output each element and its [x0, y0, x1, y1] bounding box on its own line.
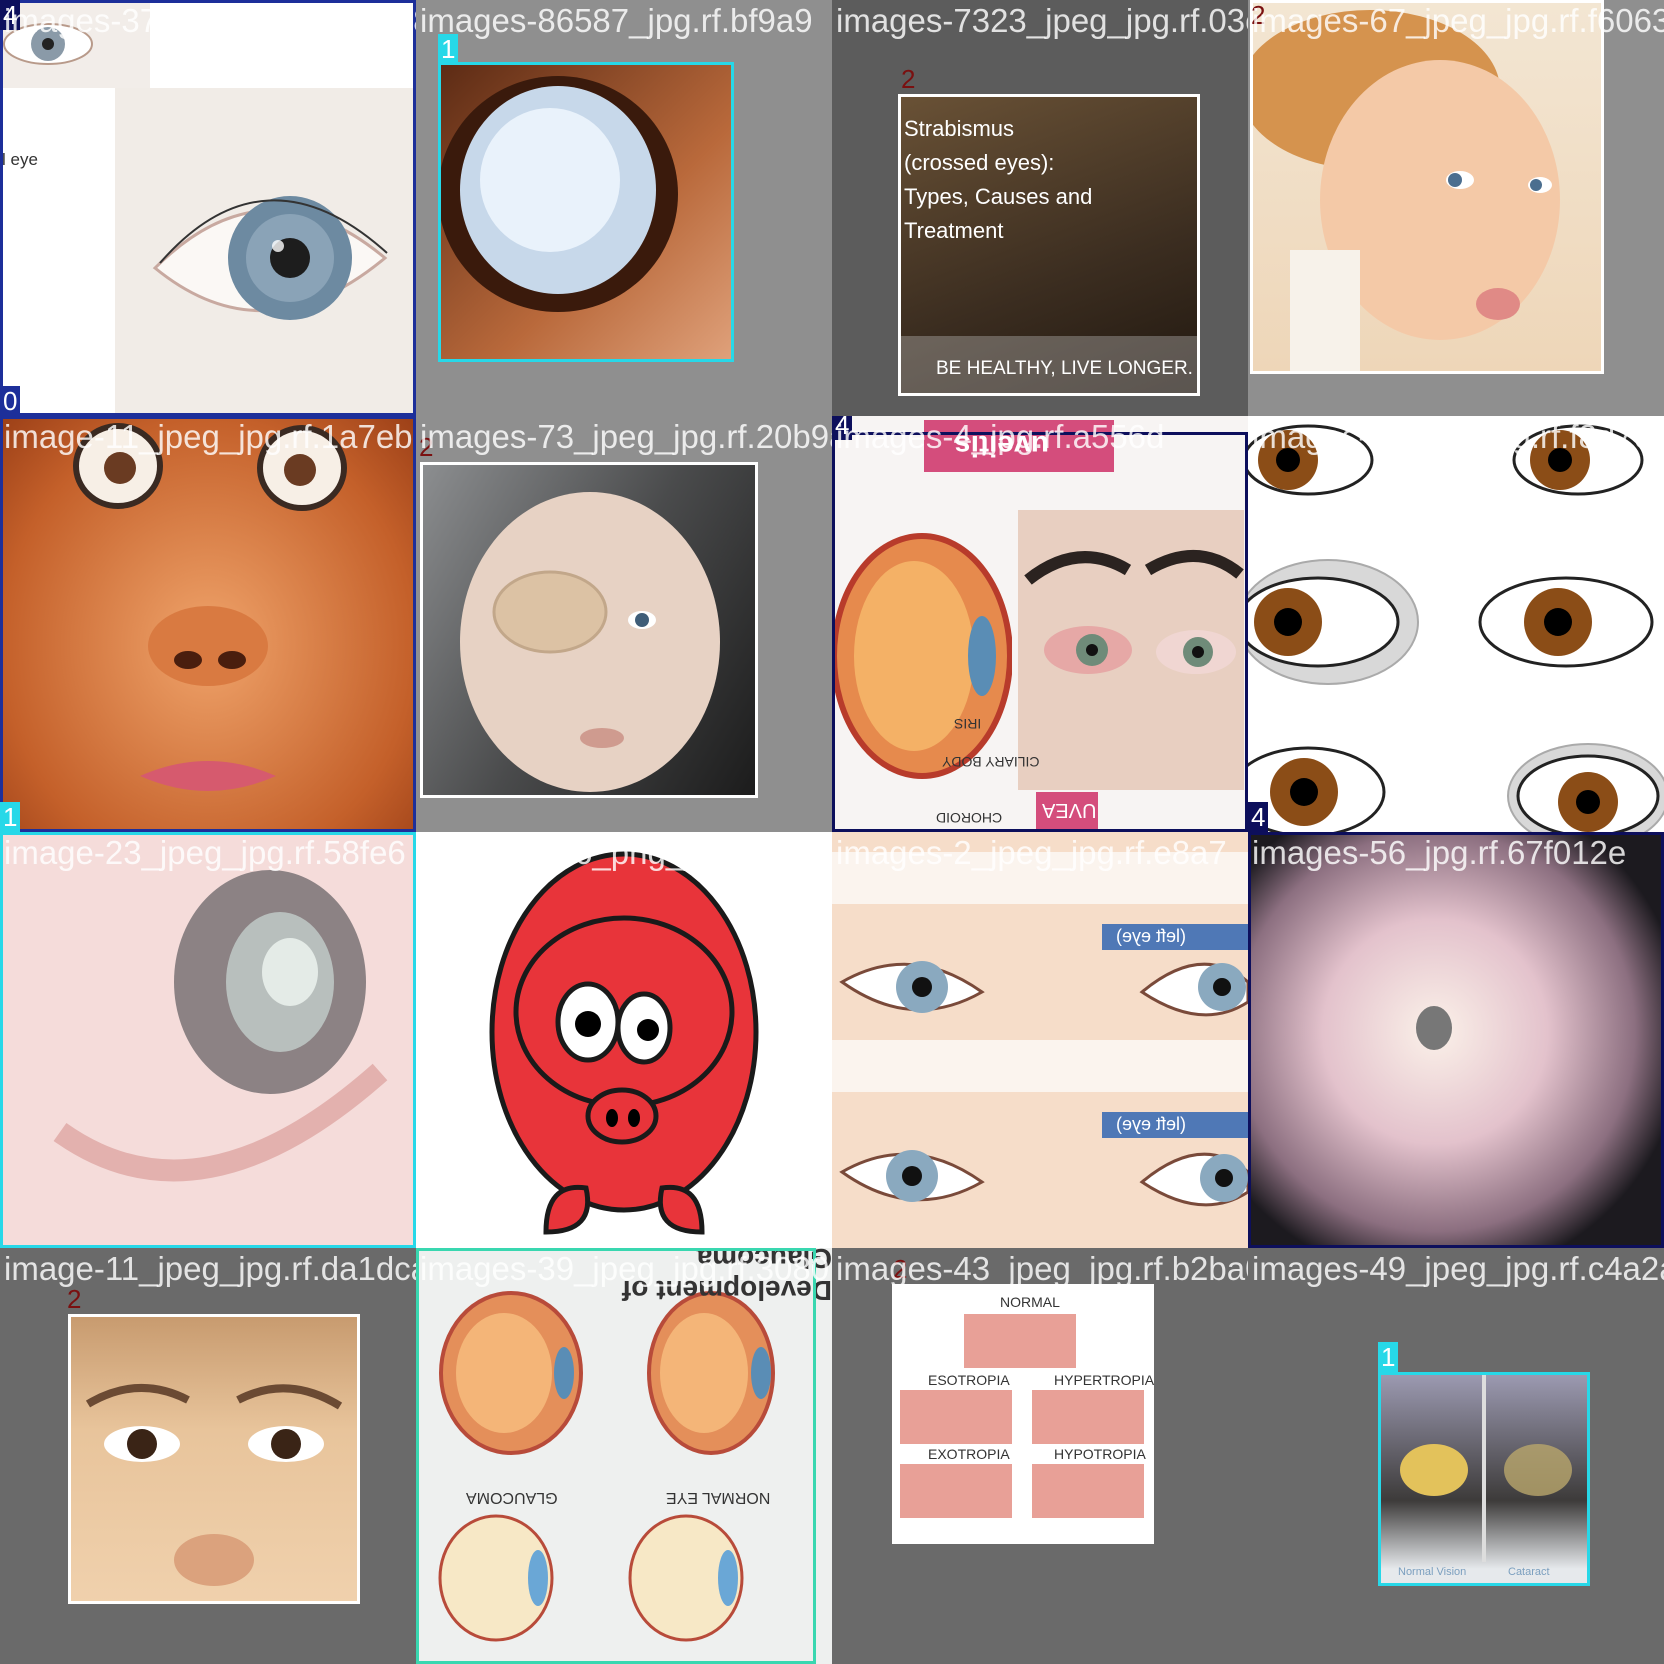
tile-cartoon-sheep: 3 images-126_png_jpg.rf.f2f81 — [416, 832, 832, 1248]
eye-label-text: (left eye) — [1116, 926, 1187, 946]
bbox-class-1 — [1378, 1372, 1590, 1586]
type-label: EXOTROPIA — [928, 1446, 1010, 1462]
filename-label: images-126_png_jpg.rf.f2f81 — [420, 834, 832, 871]
tile-corneal-opacity: images-56_jpg.rf.67f012e — [1248, 832, 1664, 1248]
strabismus-chart: NORMAL ESOTROPIA HYPERTROPIA EXOTROPIA H… — [892, 1284, 1154, 1544]
eyes-normal — [964, 1314, 1076, 1368]
bbox-class-2 — [1250, 0, 1604, 374]
tile-strabismus-poster: Strabismus (crossed eyes): Types, Causes… — [832, 0, 1248, 416]
eyes-esotropia — [900, 1390, 1012, 1444]
filename-label: images-39_jpeg_jpg.rf.3080 — [420, 1250, 830, 1287]
filename-label: image-23_jpeg_jpg.rf.58fe6 — [4, 834, 406, 871]
filename-label: images-86587_jpg.rf.bf9a9 — [420, 2, 813, 39]
filename-label: images-7323_jpeg_jpg.rf.03ea — [836, 2, 1248, 39]
class-tag: 1 — [0, 802, 21, 832]
bbox-class-2 — [898, 94, 1200, 396]
class-tag: 2 — [67, 1284, 82, 1314]
tile-uveitis-diagram: uveitis UVEA IRIS CILIARY BODY CHOROID 4… — [832, 416, 1248, 832]
class-tag: 2 — [901, 64, 916, 94]
filename-label: images-56_jpg.rf.67f012e — [1252, 834, 1627, 871]
filename-label: image-11_jpeg_jpg.rf.1a7eb — [4, 418, 413, 455]
bbox-class-3 — [416, 1248, 816, 1664]
eye-label-box: (left eye) — [1102, 924, 1248, 950]
class-tag: 4 — [1248, 802, 1269, 832]
eye-label-box: (left eye) — [1102, 1112, 1248, 1138]
type-label: NORMAL — [1000, 1294, 1060, 1310]
bbox-class-4 — [0, 0, 416, 416]
class-tag: 0 — [0, 386, 21, 416]
filename-label: image-11_jpeg_jpg.rf.da1dca — [4, 1250, 416, 1287]
tile-cloudy-eye: 2 image-23_jpeg_jpg.rf.58fe6 — [0, 832, 416, 1248]
filename-label: images-43_jpeg_jpg.rf.b2ba0 — [836, 1250, 1248, 1287]
tile-eye-positions: 2 4 images-9_jpeg_jpg.rf.f8d70 — [1248, 416, 1664, 832]
bbox-class-4 — [832, 432, 1248, 832]
filename-label: images-37_jpeg_jpg.rf.a8eb8 — [4, 2, 416, 39]
filename-label: images-73_jpeg_jpg.rf.20b9a — [420, 418, 832, 455]
cartoon-sheep — [489, 851, 759, 1235]
tile-toddler: 2 images-67_jpeg_jpg.rf.f6063 — [1248, 0, 1664, 416]
tile-strabismus-types: NORMAL ESOTROPIA HYPERTROPIA EXOTROPIA H… — [832, 1248, 1248, 1664]
eyes-hypertropia — [1032, 1390, 1144, 1444]
filename-label: images-2_jpeg_jpg.rf.e8a7 — [836, 834, 1227, 871]
eyes-exotropia — [900, 1464, 1012, 1518]
tile-left-eye-illustrations: (left eye) (left eye) 2 images-2_jpeg_jp… — [832, 832, 1248, 1248]
filename-label: images-9_jpeg_jpg.rf.f8d70 — [1252, 418, 1652, 455]
filename-label: images-49_jpeg_jpg.rf.c4a2a0 — [1252, 1250, 1664, 1287]
eye-illustrations — [832, 852, 1248, 1207]
bbox-class-1 — [0, 832, 416, 1248]
eye-positions-drawing — [1248, 424, 1664, 832]
type-label: HYPOTROPIA — [1054, 1446, 1146, 1462]
tile-cataract-closeup: 1 images-86587_jpg.rf.bf9a9 — [416, 0, 832, 416]
tile-eye-illustration: l eye 4 0 images-37_jpeg_jpg.rf.a8eb8 — [0, 0, 416, 416]
tile-vision-comparison: Normal Vision Cataract 1 images-49_jpeg_… — [1248, 1248, 1664, 1664]
image-mosaic: l eye 4 0 images-37_jpeg_jpg.rf.a8eb8 1 … — [0, 0, 1664, 1664]
tile-bulging-eyes: 1 image-11_jpeg_jpg.rf.1a7eb — [0, 416, 416, 832]
filename-label: images-4_jpg.rf.a556d — [836, 418, 1165, 455]
eyes-hypotropia — [1032, 1464, 1144, 1518]
filename-label: images-67_jpeg_jpg.rf.f6063 — [1252, 2, 1664, 39]
type-label: HYPERTROPIA — [1054, 1372, 1154, 1388]
bbox-class-2 — [68, 1314, 360, 1604]
bbox-class-1 — [438, 62, 734, 362]
tile-glaucoma-diagram: Development of Glaucoma GLAUCOMA NORMAL … — [416, 1248, 832, 1664]
eye-label-text: (left eye) — [1116, 1114, 1187, 1134]
type-label: ESOTROPIA — [928, 1372, 1010, 1388]
tile-child-face: 2 image-11_jpeg_jpg.rf.da1dca — [0, 1248, 416, 1664]
bbox-class-0 — [0, 416, 416, 832]
class-tag: 1 — [1378, 1342, 1399, 1372]
bbox-class-4 — [1248, 832, 1664, 1248]
bbox-class-2 — [420, 462, 758, 798]
tile-baby-eye-patch: 2 images-73_jpeg_jpg.rf.20b9a — [416, 416, 832, 832]
